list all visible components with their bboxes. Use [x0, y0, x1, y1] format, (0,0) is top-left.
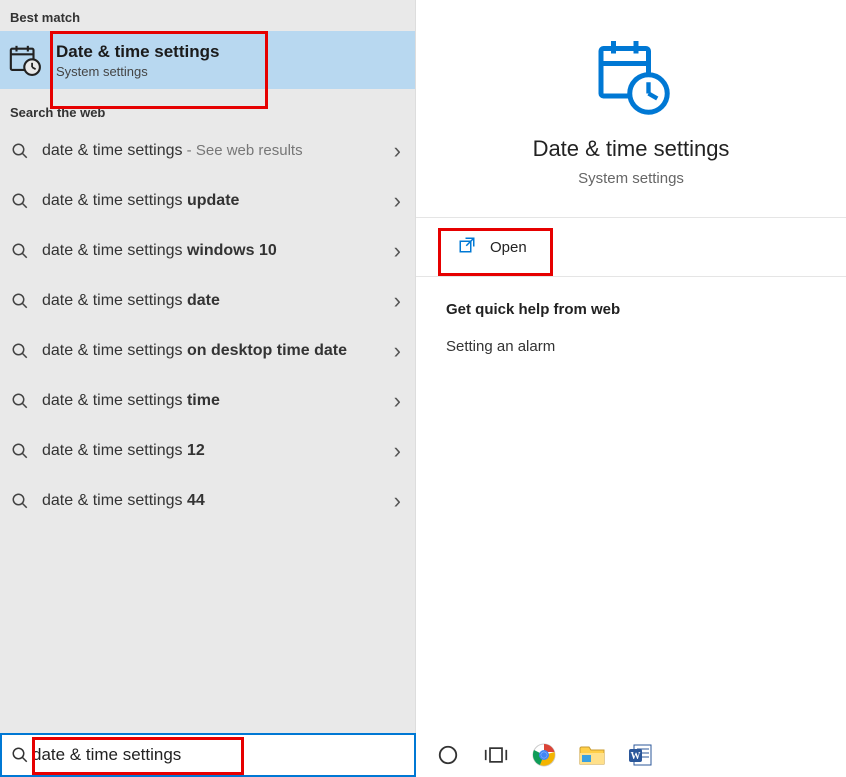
help-link-alarm[interactable]: Setting an alarm: [446, 338, 816, 355]
chevron-right-icon: ›: [394, 488, 401, 514]
open-icon: [458, 236, 476, 258]
search-results-panel: Best match Date & time settings System s…: [0, 0, 416, 733]
search-input[interactable]: [30, 741, 406, 769]
best-match-title: Date & time settings: [56, 42, 405, 62]
chevron-right-icon: ›: [394, 288, 401, 314]
best-match-result[interactable]: Date & time settings System settings: [0, 31, 415, 89]
taskbar-search-box[interactable]: [0, 733, 416, 777]
help-header: Get quick help from web: [446, 301, 816, 318]
web-result-text: date & time settings 12: [42, 442, 382, 460]
preview-subtitle: System settings: [436, 170, 826, 187]
taskbar: W: [0, 733, 846, 777]
web-results-list: date & time settings - See web results›d…: [0, 126, 415, 526]
web-result-text: date & time settings 44: [42, 492, 382, 510]
web-result-text: date & time settings update: [42, 192, 382, 210]
search-icon: [10, 291, 30, 311]
web-result-text: date & time settings windows 10: [42, 242, 382, 260]
search-icon: [10, 191, 30, 211]
open-label: Open: [490, 239, 527, 256]
web-result-text: date & time settings on desktop time dat…: [42, 342, 382, 360]
web-result-text: date & time settings - See web results: [42, 142, 382, 160]
search-icon: [10, 491, 30, 511]
chevron-right-icon: ›: [394, 388, 401, 414]
cortana-icon[interactable]: [434, 741, 462, 769]
search-icon: [10, 745, 30, 765]
preview-panel: Date & time settings System settings Ope…: [416, 0, 846, 733]
chevron-right-icon: ›: [394, 138, 401, 164]
svg-text:W: W: [631, 751, 641, 762]
web-result-item[interactable]: date & time settings date ›: [0, 276, 415, 326]
search-icon: [10, 341, 30, 361]
open-button[interactable]: Open: [430, 218, 555, 276]
search-web-header: Search the web: [0, 89, 415, 126]
web-result-text: date & time settings date: [42, 292, 382, 310]
word-icon[interactable]: W: [626, 741, 654, 769]
task-view-icon[interactable]: [482, 741, 510, 769]
date-time-icon: [6, 41, 44, 79]
search-icon: [10, 391, 30, 411]
search-icon: [10, 441, 30, 461]
web-result-item[interactable]: date & time settings - See web results ›: [0, 126, 415, 176]
web-result-item[interactable]: date & time settings time ›: [0, 376, 415, 426]
date-time-icon-large: [436, 36, 826, 116]
search-icon: [10, 141, 30, 161]
web-result-text: date & time settings time: [42, 392, 382, 410]
preview-title: Date & time settings: [436, 136, 826, 162]
chevron-right-icon: ›: [394, 238, 401, 264]
chrome-icon[interactable]: [530, 741, 558, 769]
search-icon: [10, 241, 30, 261]
best-match-subtitle: System settings: [56, 64, 405, 79]
web-result-item[interactable]: date & time settings windows 10 ›: [0, 226, 415, 276]
best-match-header: Best match: [0, 0, 415, 31]
file-explorer-icon[interactable]: [578, 741, 606, 769]
web-result-item[interactable]: date & time settings 44 ›: [0, 476, 415, 526]
web-result-item[interactable]: date & time settings 12 ›: [0, 426, 415, 476]
chevron-right-icon: ›: [394, 188, 401, 214]
chevron-right-icon: ›: [394, 338, 401, 364]
web-result-item[interactable]: date & time settings update ›: [0, 176, 415, 226]
chevron-right-icon: ›: [394, 438, 401, 464]
web-result-item[interactable]: date & time settings on desktop time dat…: [0, 326, 415, 376]
